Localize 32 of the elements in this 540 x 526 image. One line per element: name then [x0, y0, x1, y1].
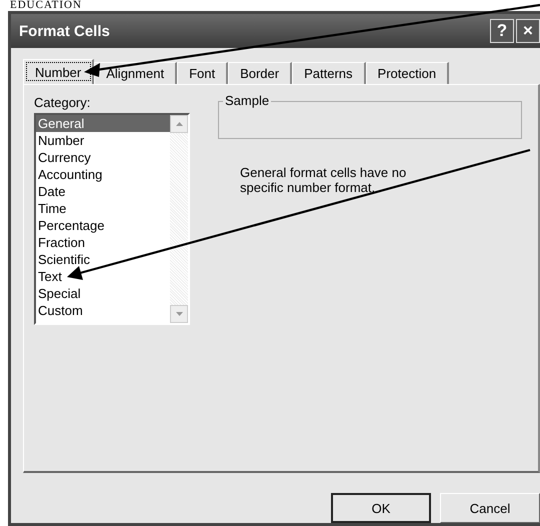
list-item[interactable]: Fraction	[36, 234, 170, 251]
down-arrow-icon	[176, 312, 182, 316]
tab[interactable]: Protection	[366, 62, 450, 84]
description-text: General format cells have no specific number format.	[240, 165, 408, 195]
list-item[interactable]: Accounting	[36, 166, 170, 183]
list-item[interactable]: General	[36, 115, 170, 132]
scroll-down-button[interactable]	[170, 305, 188, 323]
list-item[interactable]: Currency	[36, 149, 170, 166]
close-button[interactable]: ×	[516, 19, 540, 43]
list-item[interactable]: Text	[36, 268, 170, 285]
scroll-up-button[interactable]	[170, 115, 188, 133]
ok-button[interactable]: OK	[331, 493, 431, 523]
scrollbar[interactable]	[170, 115, 188, 323]
window-title: Format Cells	[19, 22, 110, 40]
tab[interactable]: Alignment	[94, 62, 178, 84]
page-heading: EDUCATION	[9, 0, 83, 11]
category-label: Category:	[34, 95, 92, 110]
tab[interactable]: Number	[23, 59, 94, 84]
list-item[interactable]: Scientific	[36, 251, 170, 268]
tab[interactable]: Border	[228, 62, 292, 84]
tab[interactable]: Patterns	[292, 62, 366, 84]
list-item[interactable]: Percentage	[36, 217, 170, 234]
sample-label: Sample	[223, 93, 272, 108]
list-item[interactable]: Time	[36, 200, 170, 217]
help-button[interactable]: ?	[490, 19, 514, 43]
list-item[interactable]: Number	[36, 132, 170, 149]
up-arrow-icon	[176, 122, 182, 126]
tab[interactable]: Font	[177, 62, 228, 84]
list-item[interactable]: Date	[36, 183, 170, 200]
cancel-button[interactable]: Cancel	[440, 493, 540, 523]
list-item[interactable]: Special	[36, 285, 170, 302]
list-item[interactable]: Custom	[36, 302, 170, 319]
